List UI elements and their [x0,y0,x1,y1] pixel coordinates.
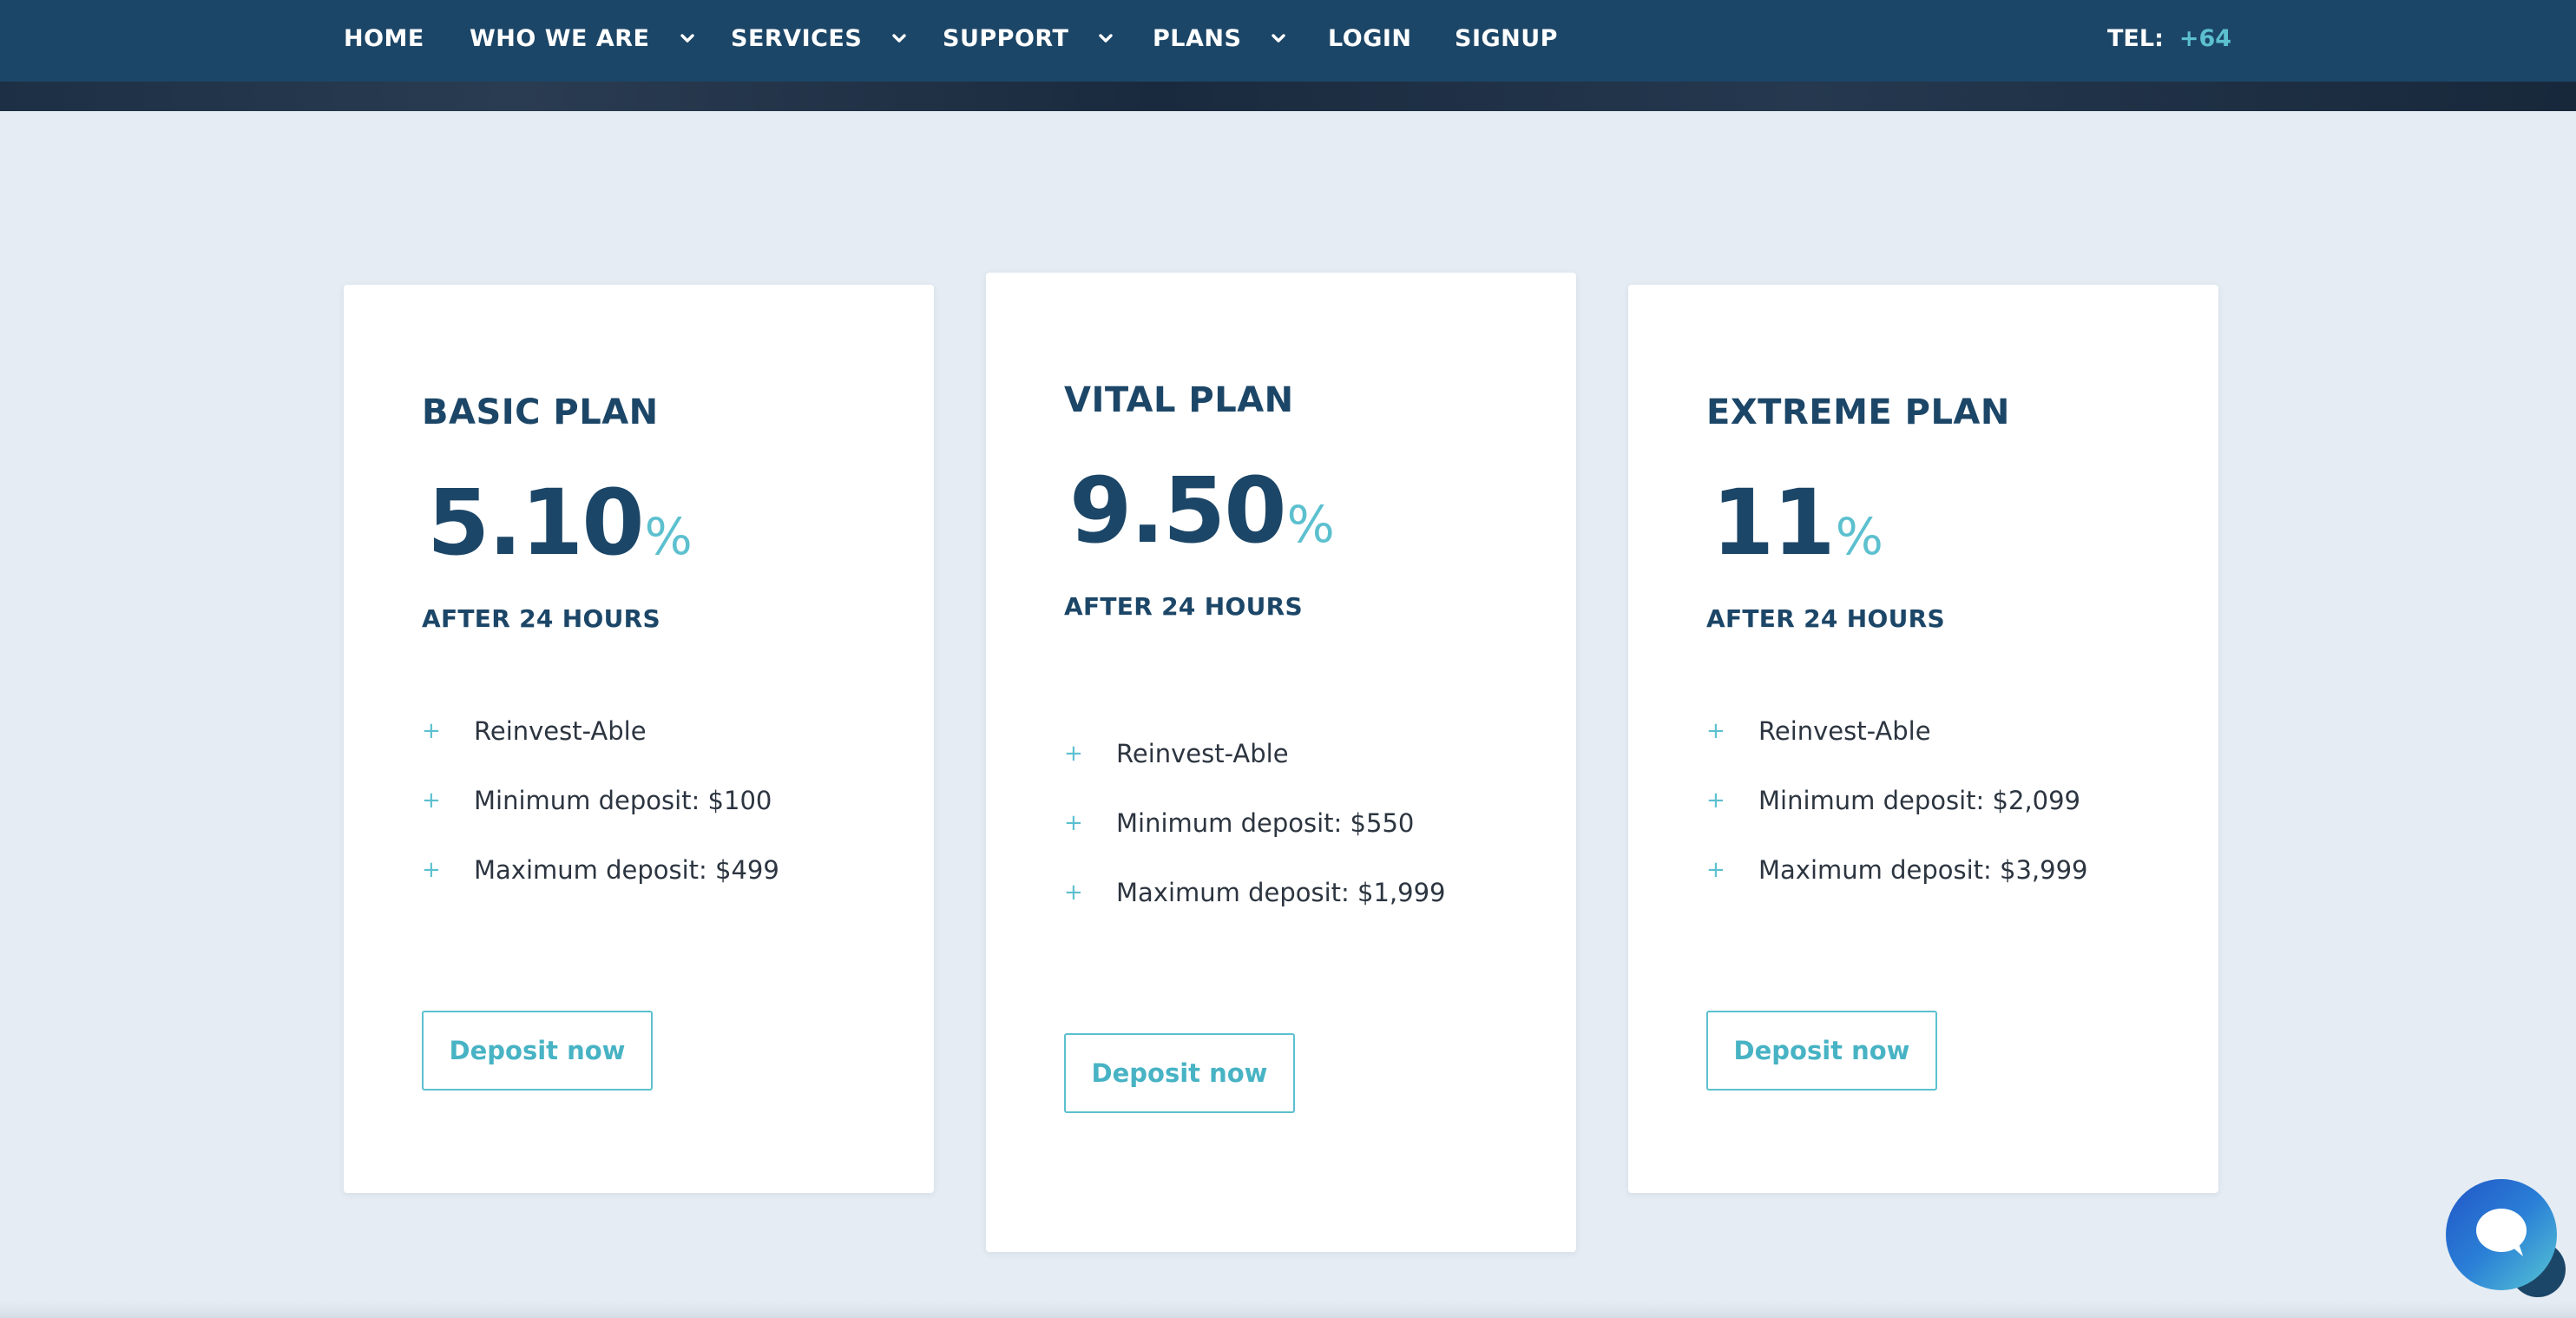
plus-icon: + [422,718,441,744]
plan-period: AFTER 24 HOURS [422,604,660,633]
nav-item-label: WHO WE ARE [470,24,650,52]
chevron-down-icon [1269,29,1288,48]
plan-rate-value: 5.10 [427,470,645,576]
plus-icon: + [1706,788,1725,814]
nav-item-plans[interactable]: PLANS [1153,0,1288,76]
plan-feature-text: Minimum deposit: $2,099 [1758,786,2081,815]
nav-item-services[interactable]: SERVICES [731,0,909,76]
plan-rate: 9.50% [1069,465,1335,556]
plan-feature-text: Minimum deposit: $100 [474,786,772,815]
tel-number[interactable]: +64 [2179,25,2231,52]
plan-card-extreme: EXTREME PLAN 11% AFTER 24 HOURS + Reinve… [1628,285,2218,1193]
plan-feature-text: Minimum deposit: $550 [1116,808,1415,838]
plan-feature: + Minimum deposit: $100 [422,783,772,818]
nav-item-home[interactable]: HOME [344,0,424,76]
plan-card-vital: VITAL PLAN 9.50% AFTER 24 HOURS + Reinve… [986,273,1576,1252]
chat-launcher-button[interactable] [2446,1179,2557,1290]
plus-icon: + [1706,718,1725,744]
plan-feature-text: Reinvest-Able [1116,739,1289,768]
plus-icon: + [422,788,441,814]
plan-feature: + Minimum deposit: $550 [1064,806,1414,840]
plan-rate: 5.10% [427,478,693,568]
phone-contact: TEL: +64 [2107,0,2231,76]
plan-card-basic: BASIC PLAN 5.10% AFTER 24 HOURS + Reinve… [344,285,934,1193]
plan-feature: + Maximum deposit: $3,999 [1706,853,2088,887]
deposit-now-button[interactable]: Deposit now [1064,1033,1295,1113]
plan-rate-value: 11 [1712,470,1836,576]
nav-item-support[interactable]: SUPPORT [943,0,1115,76]
plan-rate-unit: % [1286,495,1335,554]
nav-item-label: SUPPORT [943,24,1069,52]
plan-rate: 11% [1712,478,1883,568]
nav-item-label: HOME [344,24,424,52]
plan-feature-text: Reinvest-Able [474,716,647,746]
plan-title: BASIC PLAN [422,392,659,432]
chevron-down-icon [890,29,909,48]
plan-feature: + Maximum deposit: $1,999 [1064,875,1446,910]
plan-title: EXTREME PLAN [1706,392,2010,432]
plan-feature: + Minimum deposit: $2,099 [1706,783,2080,818]
plan-rate-unit: % [644,507,693,566]
nav-item-label: SERVICES [731,24,863,52]
plan-period: AFTER 24 HOURS [1706,604,1945,633]
plan-feature-text: Maximum deposit: $499 [474,855,779,885]
plus-icon: + [422,857,441,883]
chevron-down-icon [678,29,697,48]
deposit-now-button[interactable]: Deposit now [422,1011,653,1091]
chevron-down-icon [1096,29,1115,48]
plan-feature: + Maximum deposit: $499 [422,853,779,887]
plus-icon: + [1064,810,1083,836]
deposit-now-button[interactable]: Deposit now [1706,1011,1937,1091]
hero-image-strip [0,82,2576,111]
plus-icon: + [1064,880,1083,906]
plan-feature: + Reinvest-Able [422,714,647,748]
plan-title: VITAL PLAN [1064,380,1294,420]
nav-item-signup[interactable]: SIGNUP [1455,0,1558,76]
plan-period: AFTER 24 HOURS [1064,592,1303,621]
chat-bubble-icon [2473,1206,2530,1263]
nav-item-label: SIGNUP [1455,24,1558,52]
plan-feature: + Reinvest-Able [1064,736,1289,771]
plan-rate-value: 9.50 [1069,458,1287,563]
nav-item-who-we-are[interactable]: WHO WE ARE [470,0,697,76]
plan-feature-text: Maximum deposit: $1,999 [1116,878,1446,907]
plan-rate-unit: % [1835,507,1883,566]
plan-feature: + Reinvest-Able [1706,714,1931,748]
plus-icon: + [1064,741,1083,767]
plan-feature-text: Maximum deposit: $3,999 [1758,855,2088,885]
top-navigation-bar: HOME WHO WE ARE SERVICES SUPPORT PLANS L… [0,0,2576,82]
nav-item-label: PLANS [1153,24,1242,52]
plan-feature-text: Reinvest-Able [1758,716,1931,746]
next-section-edge [0,1302,2576,1318]
plus-icon: + [1706,857,1725,883]
nav-item-login[interactable]: LOGIN [1328,0,1412,76]
nav-item-label: LOGIN [1328,24,1412,52]
tel-label: TEL: [2107,24,2164,52]
